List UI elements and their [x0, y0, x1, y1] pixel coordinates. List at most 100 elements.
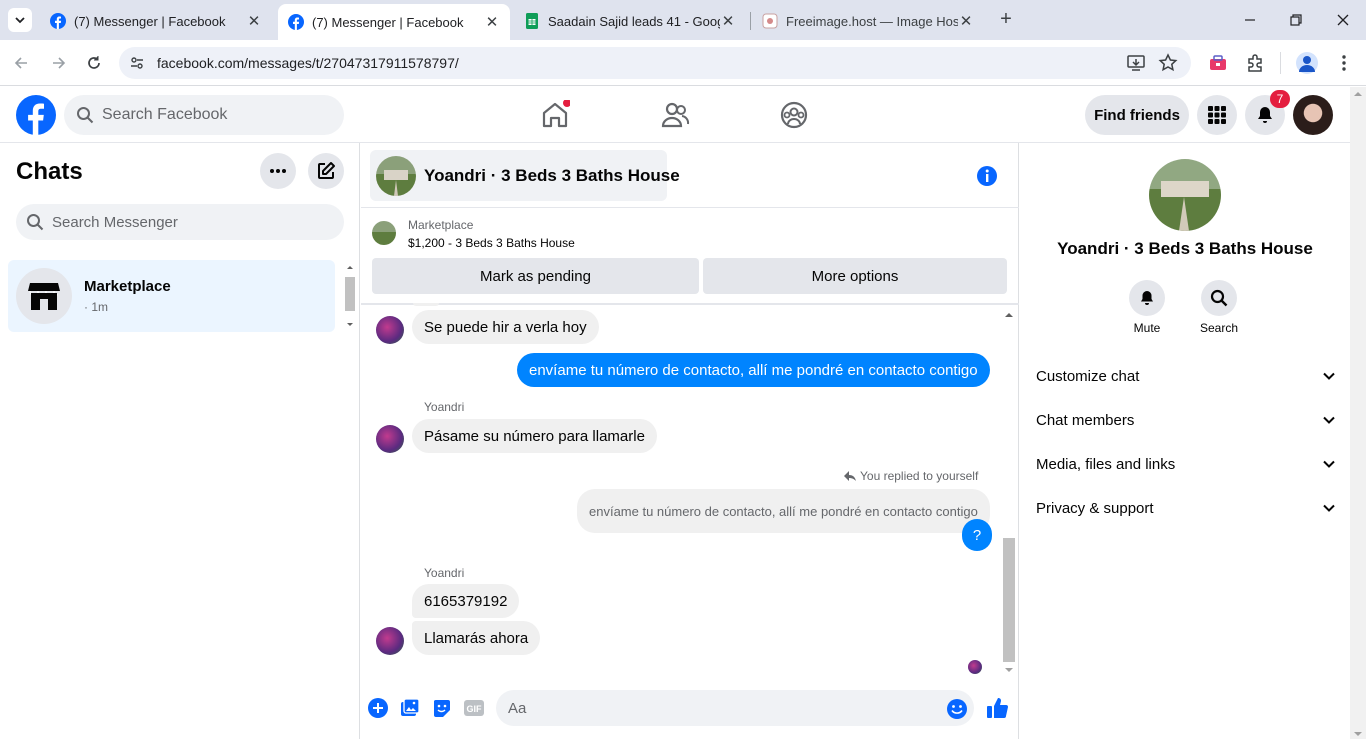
more-options-button[interactable]: More options — [703, 258, 1007, 294]
chevron-down-icon — [1323, 416, 1335, 424]
gif-button[interactable]: GIF — [463, 698, 485, 718]
browser-tab-4[interactable]: Freeimage.host — Image Hostin ✕ — [752, 6, 984, 36]
search-conversation-button[interactable] — [1201, 280, 1237, 316]
privacy-support-section[interactable]: Privacy & support — [1036, 493, 1336, 523]
mark-as-pending-button[interactable]: Mark as pending — [372, 258, 699, 294]
messages-scrollbar[interactable] — [1001, 306, 1017, 678]
install-app-icon[interactable] — [1126, 53, 1146, 73]
facebook-favicon-icon — [288, 14, 304, 30]
friends-nav-button[interactable] — [660, 100, 690, 130]
message-bubble-received[interactable]: Se puede hir a verla hoy — [412, 310, 599, 344]
extension-toolbox-icon[interactable] — [1208, 53, 1228, 73]
chat-members-section[interactable]: Chat members — [1036, 405, 1336, 435]
customize-chat-section[interactable]: Customize chat — [1036, 361, 1336, 391]
minimize-button[interactable] — [1240, 10, 1260, 30]
message-bubble-received[interactable]: Pásame su número para llamarle — [412, 419, 657, 453]
media-files-links-section[interactable]: Media, files and links — [1036, 449, 1336, 479]
close-icon — [1337, 14, 1349, 26]
listing-thumbnail — [376, 156, 416, 196]
sender-name: Yoandri — [424, 566, 465, 580]
message-bubble-sent[interactable]: envíame tu número de contacto, allí me p… — [517, 353, 990, 387]
tab-title: (7) Messenger | Facebook — [74, 13, 226, 29]
replied-message-quote[interactable]: envíame tu número de contacto, allí me p… — [577, 489, 990, 533]
conversation-info-button[interactable] — [976, 165, 998, 187]
message-bubble-received[interactable]: 6165379192 — [412, 584, 520, 618]
bookmark-star-icon[interactable] — [1158, 53, 1178, 73]
message-bubble-received[interactable]: Llamarás ahora — [412, 621, 541, 655]
sticker-icon — [434, 699, 450, 717]
message-composer-input[interactable]: Aa — [496, 690, 974, 726]
chat-time: · 1m — [84, 300, 108, 314]
chats-heading: Chats — [16, 158, 83, 185]
toolbar-divider — [1280, 52, 1281, 74]
search-label: Search — [1199, 321, 1239, 335]
tab-separator — [750, 12, 751, 30]
arrow-left-icon — [14, 57, 27, 69]
browser-tab-2-active[interactable]: (7) Messenger | Facebook ✕ — [278, 4, 510, 40]
groups-nav-button[interactable] — [779, 100, 809, 130]
page-scrollbar[interactable] — [1350, 87, 1366, 739]
mute-button[interactable] — [1129, 280, 1165, 316]
facebook-logo-icon[interactable] — [16, 95, 56, 135]
seen-by-avatar — [968, 660, 982, 674]
divider — [361, 303, 1019, 305]
google-sheets-favicon-icon — [526, 13, 538, 29]
tab-search-button[interactable] — [8, 8, 32, 32]
sender-avatar[interactable] — [376, 316, 404, 344]
chevron-down-icon — [1323, 504, 1335, 512]
grid-menu-icon — [1208, 106, 1226, 124]
forward-button[interactable] — [48, 53, 68, 73]
tab-close-icon[interactable]: ✕ — [958, 12, 974, 30]
browser-tab-bar: (7) Messenger | Facebook ✕ (7) Messenger… — [0, 0, 1366, 40]
section-label: Chat members — [1036, 411, 1135, 429]
listing-detail[interactable]: $1,200 - 3 Beds 3 Baths House — [408, 236, 575, 250]
search-icon — [1210, 289, 1228, 307]
search-messenger-input[interactable]: Search Messenger — [16, 204, 344, 240]
account-avatar[interactable] — [1293, 95, 1333, 135]
restore-button[interactable] — [1286, 10, 1306, 30]
tab-close-icon[interactable]: ✕ — [720, 12, 736, 30]
chats-options-button[interactable] — [260, 153, 296, 189]
back-button[interactable] — [12, 53, 32, 73]
listing-source: Marketplace — [408, 218, 474, 232]
arrow-right-icon — [53, 57, 66, 69]
search-icon — [27, 214, 44, 231]
chat-name: Marketplace — [84, 278, 171, 295]
emoji-button[interactable] — [946, 698, 968, 720]
sender-avatar[interactable] — [376, 627, 404, 655]
message-bubble-sent[interactable]: ? — [962, 519, 992, 551]
sticker-button[interactable] — [432, 698, 452, 718]
chat-list-item-marketplace[interactable]: Marketplace · 1m — [8, 260, 335, 332]
plus-circle-icon — [368, 698, 388, 718]
home-nav-button[interactable] — [540, 100, 570, 130]
emoji-smile-icon — [947, 699, 967, 719]
chrome-menu-icon[interactable] — [1334, 53, 1354, 73]
browser-tab-1[interactable]: (7) Messenger | Facebook ✕ — [40, 6, 272, 36]
marketplace-avatar — [16, 268, 72, 324]
composer-placeholder: Aa — [508, 699, 527, 717]
tab-close-icon[interactable]: ✕ — [484, 13, 500, 31]
url-text[interactable]: facebook.com/messages/t/2704731791157879… — [157, 55, 459, 71]
bell-icon — [1258, 107, 1272, 123]
new-message-button[interactable] — [308, 153, 344, 189]
conversation-profile-photo[interactable] — [1149, 159, 1221, 231]
conversation-header-button[interactable]: Yoandri · 3 Beds 3 Baths House — [370, 150, 680, 201]
thumbs-up-icon — [987, 698, 1008, 718]
find-friends-button[interactable]: Find friends — [1085, 95, 1189, 135]
send-like-button[interactable] — [986, 696, 1010, 720]
new-tab-button[interactable]: + — [995, 8, 1017, 30]
chat-list-scrollbar[interactable] — [343, 263, 357, 331]
sender-avatar[interactable] — [376, 425, 404, 453]
browser-tab-3[interactable]: Saadain Sajid leads 41 - Google ✕ — [514, 6, 746, 36]
extensions-puzzle-icon[interactable] — [1245, 53, 1265, 73]
tab-close-icon[interactable]: ✕ — [246, 12, 262, 30]
profile-icon[interactable] — [1296, 52, 1318, 74]
svg-text:GIF: GIF — [467, 704, 483, 714]
attach-photo-button[interactable] — [400, 698, 420, 718]
facebook-search-input[interactable]: Search Facebook — [64, 95, 344, 135]
reload-button[interactable] — [84, 53, 104, 73]
site-info-icon[interactable] — [128, 54, 146, 72]
close-window-button[interactable] — [1333, 10, 1353, 30]
more-actions-button[interactable] — [368, 698, 388, 718]
menu-button[interactable] — [1197, 95, 1237, 135]
